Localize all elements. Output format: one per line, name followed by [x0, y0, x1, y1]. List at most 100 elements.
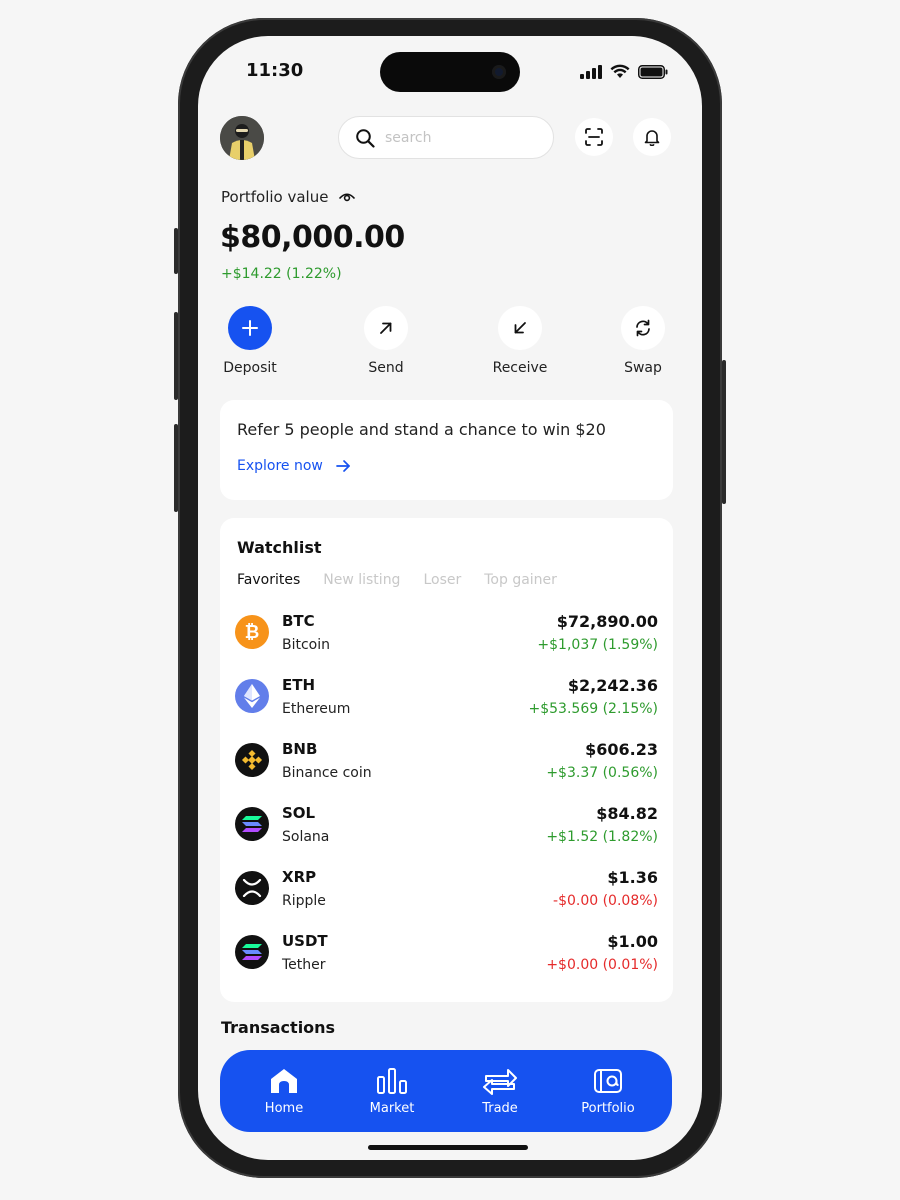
- avatar-image: [220, 116, 264, 160]
- coin-symbol: ETH: [282, 676, 316, 694]
- swap-button[interactable]: Swap: [603, 306, 683, 376]
- cellular-signal-icon: [580, 64, 602, 79]
- portfolio-label-text: Portfolio value: [221, 188, 329, 206]
- coin-symbol: BTC: [282, 612, 315, 630]
- receive-button[interactable]: Receive: [480, 306, 560, 376]
- swap-label: Swap: [624, 360, 662, 376]
- deposit-label: Deposit: [223, 360, 277, 376]
- coin-price: $72,890.00: [556, 612, 658, 631]
- tab-home[interactable]: Home: [234, 1067, 334, 1116]
- watchlist-tabs: Favorites New listing Loser Top gainer: [237, 572, 557, 588]
- list-item-sol[interactable]: SOL Solana $84.82 +$1.52 (1.82%): [235, 802, 658, 866]
- tab-trade[interactable]: Trade: [450, 1067, 550, 1116]
- send-button[interactable]: Send: [346, 306, 426, 376]
- home-icon: [271, 1068, 297, 1093]
- coin-change: +$1.52 (1.82%): [546, 829, 658, 845]
- notifications-button[interactable]: [633, 118, 671, 156]
- camera-icon: [492, 65, 506, 79]
- power-button: [722, 360, 726, 504]
- coin-name: Ripple: [282, 893, 326, 909]
- deposit-circle: [228, 306, 272, 350]
- receive-circle: [498, 306, 542, 350]
- arrow-down-left-icon: [514, 322, 526, 334]
- coin-change: -$0.00 (0.08%): [553, 893, 658, 909]
- action-button: [174, 228, 178, 274]
- scan-button[interactable]: [575, 118, 613, 156]
- coin-change: +$53.569 (2.15%): [528, 701, 658, 717]
- binance-diamonds: [241, 749, 263, 771]
- list-item-xrp[interactable]: XRP Ripple $1.36 -$0.00 (0.08%): [235, 866, 658, 930]
- receive-label: Receive: [492, 360, 548, 376]
- watchlist-rows: ₿ BTC Bitcoin $72,890.00 +$1,037 (1.59%)…: [235, 610, 658, 994]
- dynamic-island: [380, 52, 520, 92]
- battery-icon: [638, 64, 668, 79]
- tether-bars: [242, 944, 262, 960]
- coin-price: $606.23: [585, 740, 658, 759]
- ripple-x: [242, 879, 262, 897]
- status-icons: [580, 64, 668, 79]
- app-screen: 11:30 Portfolio value $80,000.00 +$14.22…: [198, 36, 702, 1160]
- portfolio-label: Portfolio value: [221, 188, 356, 206]
- bitcoin-icon: ₿: [235, 615, 269, 649]
- coin-symbol: XRP: [282, 868, 317, 886]
- arrow-up-right-icon: [380, 322, 392, 334]
- coin-symbol: BNB: [282, 740, 318, 758]
- avatar[interactable]: [220, 116, 264, 160]
- tab-loser[interactable]: Loser: [423, 572, 461, 588]
- list-item-btc[interactable]: ₿ BTC Bitcoin $72,890.00 +$1,037 (1.59%): [235, 610, 658, 674]
- list-item-bnb[interactable]: BNB Binance coin $606.23 +$3.37 (0.56%): [235, 738, 658, 802]
- explore-now-label: Explore now: [237, 458, 323, 474]
- tab-new-listing[interactable]: New listing: [323, 572, 400, 588]
- coin-name: Bitcoin: [282, 637, 331, 653]
- search-input[interactable]: [385, 129, 525, 146]
- coin-name: Solana: [282, 829, 330, 845]
- tab-market[interactable]: Market: [342, 1067, 442, 1116]
- bitcoin-symbol: ₿: [244, 621, 260, 643]
- tab-top-gainer[interactable]: Top gainer: [484, 572, 557, 588]
- coin-price: $1.36: [607, 868, 658, 887]
- status-time: 11:30: [246, 60, 304, 81]
- watchlist-title: Watchlist: [237, 538, 322, 557]
- home-indicator: [368, 1145, 528, 1150]
- scan-icon: [585, 128, 603, 146]
- coin-price: $1.00: [607, 932, 658, 951]
- volume-down-button: [174, 424, 178, 512]
- solana-bars: [242, 816, 262, 832]
- send-label: Send: [368, 360, 404, 376]
- portfolio-icon: [594, 1068, 622, 1093]
- bell-icon: [644, 130, 660, 146]
- ripple-icon: [235, 871, 269, 905]
- transactions-title: Transactions: [221, 1018, 336, 1037]
- coin-name: Tether: [282, 957, 326, 973]
- tether-icon: [235, 935, 269, 969]
- eye-icon[interactable]: [338, 190, 356, 204]
- portfolio-value: $80,000.00: [220, 220, 405, 255]
- tab-portfolio[interactable]: Portfolio: [558, 1067, 658, 1116]
- coin-price: $2,242.36: [567, 676, 658, 695]
- deposit-button[interactable]: Deposit: [210, 306, 290, 376]
- volume-up-button: [174, 312, 178, 400]
- tab-portfolio-label: Portfolio: [581, 1100, 635, 1116]
- ethereum-diamond: [244, 684, 260, 708]
- tab-home-label: Home: [264, 1100, 304, 1116]
- list-item-eth[interactable]: ETH Ethereum $2,242.36 +$53.569 (2.15%): [235, 674, 658, 738]
- coin-name: Ethereum: [282, 701, 351, 717]
- watchlist-card: Watchlist Favorites New listing Loser To…: [220, 518, 673, 1002]
- swap-circle: [621, 306, 665, 350]
- search-bar[interactable]: [338, 116, 554, 159]
- list-item-usdt[interactable]: USDT Tether $1.00 +$0.00 (0.01%): [235, 930, 658, 994]
- coin-name: Binance coin: [282, 765, 372, 781]
- solana-icon: [235, 807, 269, 841]
- ethereum-icon: [235, 679, 269, 713]
- referral-text: Refer 5 people and stand a chance to win…: [237, 420, 606, 439]
- referral-card: Refer 5 people and stand a chance to win…: [220, 400, 673, 500]
- explore-now-link[interactable]: Explore now: [237, 458, 351, 474]
- search-icon: [356, 128, 375, 148]
- coin-change: +$3.37 (0.56%): [546, 765, 658, 781]
- swap-icon: [636, 319, 650, 337]
- coin-symbol: USDT: [282, 932, 328, 950]
- trade-icon: [483, 1068, 517, 1095]
- tab-favorites[interactable]: Favorites: [237, 572, 300, 588]
- coin-price: $84.82: [596, 804, 658, 823]
- arrow-right-icon: [336, 460, 350, 472]
